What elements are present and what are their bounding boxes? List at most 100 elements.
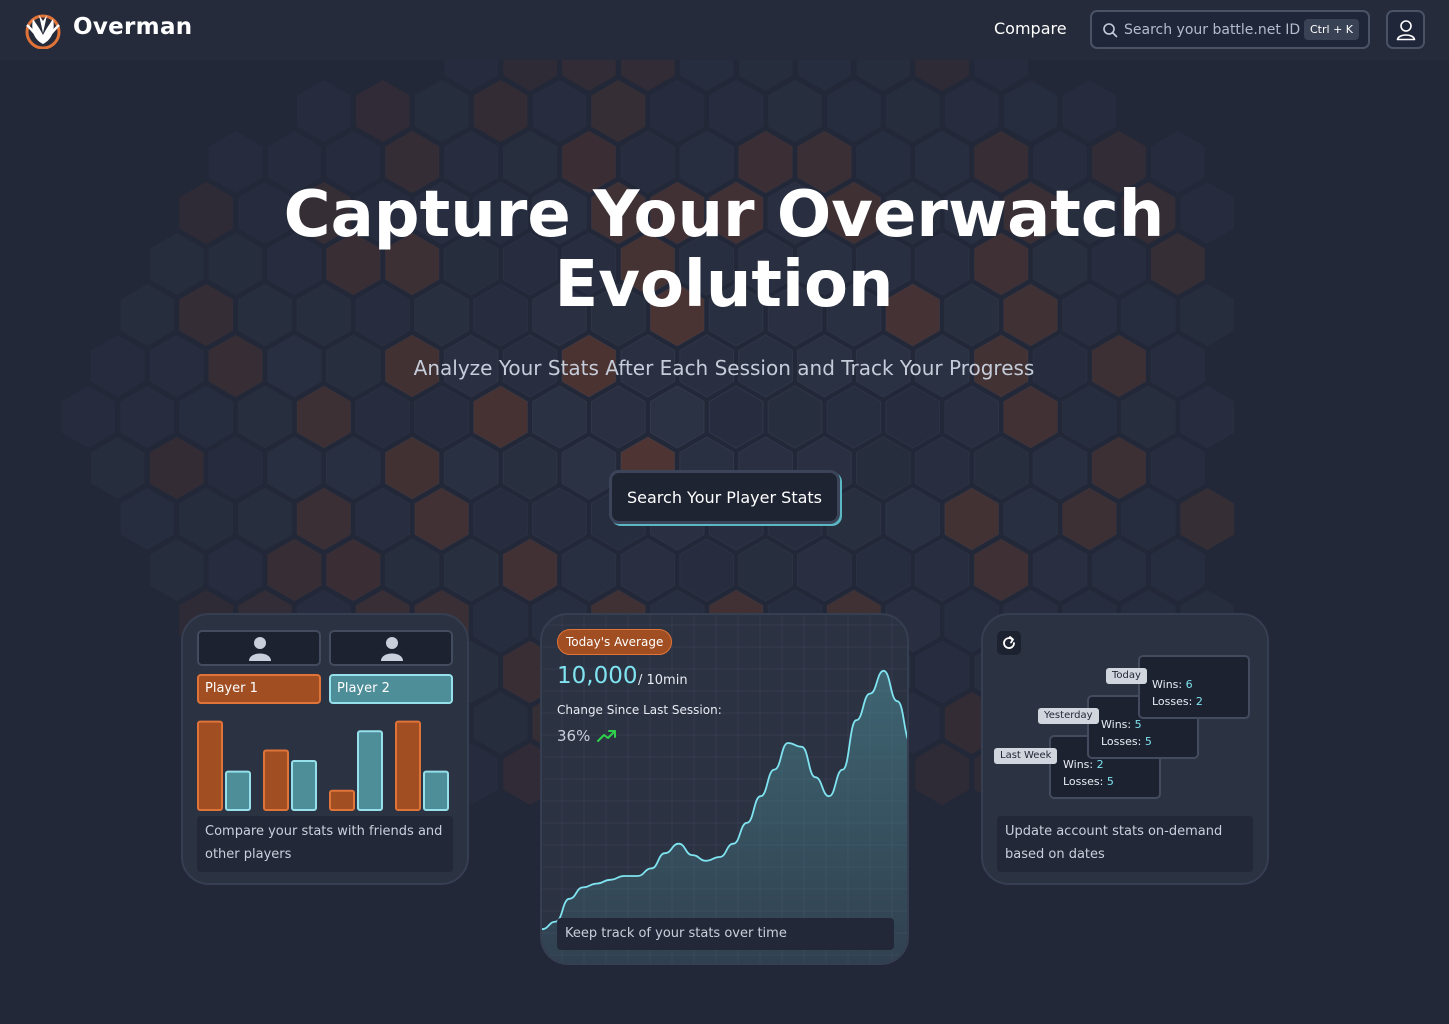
hex-cell bbox=[649, 79, 705, 143]
overman-logo-icon[interactable] bbox=[23, 11, 63, 49]
hex-cell bbox=[856, 538, 911, 602]
hex-cell bbox=[473, 589, 528, 653]
hex-cell bbox=[915, 60, 970, 91]
hex-cell bbox=[944, 487, 999, 551]
hex-cell bbox=[1032, 436, 1088, 500]
hex-cell bbox=[473, 385, 528, 449]
hex-cell bbox=[267, 538, 322, 602]
hex-cell bbox=[1091, 538, 1147, 602]
comparison-bar-chart bbox=[197, 720, 449, 812]
hex-cell bbox=[1179, 385, 1235, 449]
hex-cell bbox=[237, 385, 293, 449]
wins-value: 5 bbox=[1134, 718, 1142, 731]
hex-cell bbox=[620, 60, 675, 91]
hex-cell bbox=[562, 60, 616, 91]
account-button[interactable] bbox=[1386, 10, 1425, 49]
session-card-today: Wins: 6 Losses: 2 bbox=[1138, 655, 1250, 719]
hex-cell bbox=[708, 79, 764, 143]
hex-cell bbox=[561, 436, 617, 500]
refresh-button[interactable] bbox=[997, 631, 1021, 655]
hex-cell bbox=[326, 538, 381, 602]
session-feature-card: Wins: 2 Losses: 5 Last Week Wins: 5 Loss… bbox=[981, 613, 1269, 885]
hex-cell bbox=[443, 538, 499, 602]
hex-cell bbox=[208, 539, 263, 601]
hex-cell bbox=[355, 385, 411, 449]
hero-title: Capture Your Overwatch Evolution bbox=[224, 180, 1224, 320]
wins-label: Wins: bbox=[1063, 758, 1094, 771]
losses-value: 2 bbox=[1195, 695, 1203, 708]
hex-cell bbox=[1150, 538, 1206, 602]
hex-cell bbox=[561, 538, 617, 602]
hex-cell bbox=[1003, 385, 1058, 449]
hex-cell bbox=[797, 538, 852, 602]
hex-cell bbox=[1062, 80, 1117, 142]
bar-player-2 bbox=[225, 770, 251, 811]
hex-cell bbox=[120, 284, 175, 346]
hex-cell bbox=[414, 487, 469, 551]
hex-cell bbox=[1003, 80, 1058, 142]
progress-feature-card: Today's Average 10,000 / 10min Change Si… bbox=[540, 613, 909, 965]
hex-cell bbox=[473, 692, 528, 754]
bar-player-1 bbox=[329, 789, 355, 812]
wins-label: Wins: bbox=[1152, 678, 1183, 691]
hex-cell bbox=[738, 538, 793, 602]
hex-cell bbox=[384, 436, 440, 500]
compare-card-caption: Compare your stats with friends and othe… bbox=[197, 816, 453, 872]
change-value: 36% bbox=[557, 727, 591, 745]
hex-cell bbox=[620, 538, 676, 602]
hex-cell bbox=[767, 385, 823, 449]
hex-cell bbox=[414, 80, 469, 142]
hex-cell bbox=[974, 60, 1028, 91]
hex-cell bbox=[1150, 436, 1206, 500]
hex-cell bbox=[208, 436, 263, 500]
trending-up-icon bbox=[597, 730, 616, 742]
search-player-stats-button[interactable]: Search Your Player Stats bbox=[609, 470, 840, 524]
hex-cell bbox=[503, 60, 557, 91]
brand-name[interactable]: Overman bbox=[73, 14, 192, 40]
hex-cell bbox=[502, 436, 558, 500]
hex-cell bbox=[414, 385, 469, 449]
compare-feature-card: Player 1 Player 2 Compare your stats wit… bbox=[181, 613, 469, 885]
search-bar[interactable]: Ctrl + K bbox=[1090, 10, 1370, 49]
hex-cell bbox=[90, 437, 145, 499]
compare-caption-line-2: other players bbox=[205, 847, 292, 862]
hex-cell bbox=[443, 436, 499, 500]
hex-cell bbox=[120, 386, 175, 448]
hex-cell bbox=[591, 79, 646, 143]
wins-label: Wins: bbox=[1101, 718, 1132, 731]
hex-cell bbox=[1091, 436, 1147, 500]
wins-value: 6 bbox=[1185, 678, 1193, 691]
hex-cell bbox=[944, 80, 999, 142]
hex-cell bbox=[149, 437, 204, 499]
hex-cell bbox=[915, 743, 970, 805]
search-icon bbox=[1103, 23, 1118, 38]
search-input[interactable] bbox=[1124, 19, 1304, 41]
hex-cell bbox=[296, 487, 352, 551]
progress-card-caption: Keep track of your stats over time bbox=[557, 918, 894, 950]
losses-label: Losses: bbox=[1101, 735, 1142, 748]
hex-cell bbox=[532, 80, 587, 142]
hex-cell bbox=[532, 385, 587, 449]
hex-cell bbox=[61, 386, 116, 448]
hex-cell bbox=[297, 80, 351, 142]
hex-cell bbox=[826, 79, 882, 143]
hex-cell bbox=[90, 335, 145, 397]
nav-link-compare[interactable]: Compare bbox=[994, 19, 1067, 38]
hex-cell bbox=[267, 436, 322, 500]
hex-cell bbox=[1003, 487, 1058, 551]
losses-label: Losses: bbox=[1063, 775, 1104, 788]
hex-cell bbox=[826, 385, 882, 449]
todays-average-pill: Today's Average bbox=[557, 629, 673, 655]
session-caption-line-2: based on dates bbox=[1005, 847, 1105, 862]
hex-cell bbox=[1121, 487, 1176, 551]
refresh-icon bbox=[1003, 636, 1015, 649]
keyboard-shortcut-badge: Ctrl + K bbox=[1304, 19, 1359, 40]
hex-cell bbox=[767, 79, 823, 143]
hex-cell bbox=[973, 436, 1029, 500]
hex-cell bbox=[149, 335, 204, 397]
hex-cell bbox=[326, 436, 381, 500]
hex-cell bbox=[885, 487, 941, 551]
tag-last-week: Last Week bbox=[994, 748, 1058, 764]
hex-cell bbox=[914, 538, 970, 602]
player-1-avatar bbox=[197, 630, 321, 666]
